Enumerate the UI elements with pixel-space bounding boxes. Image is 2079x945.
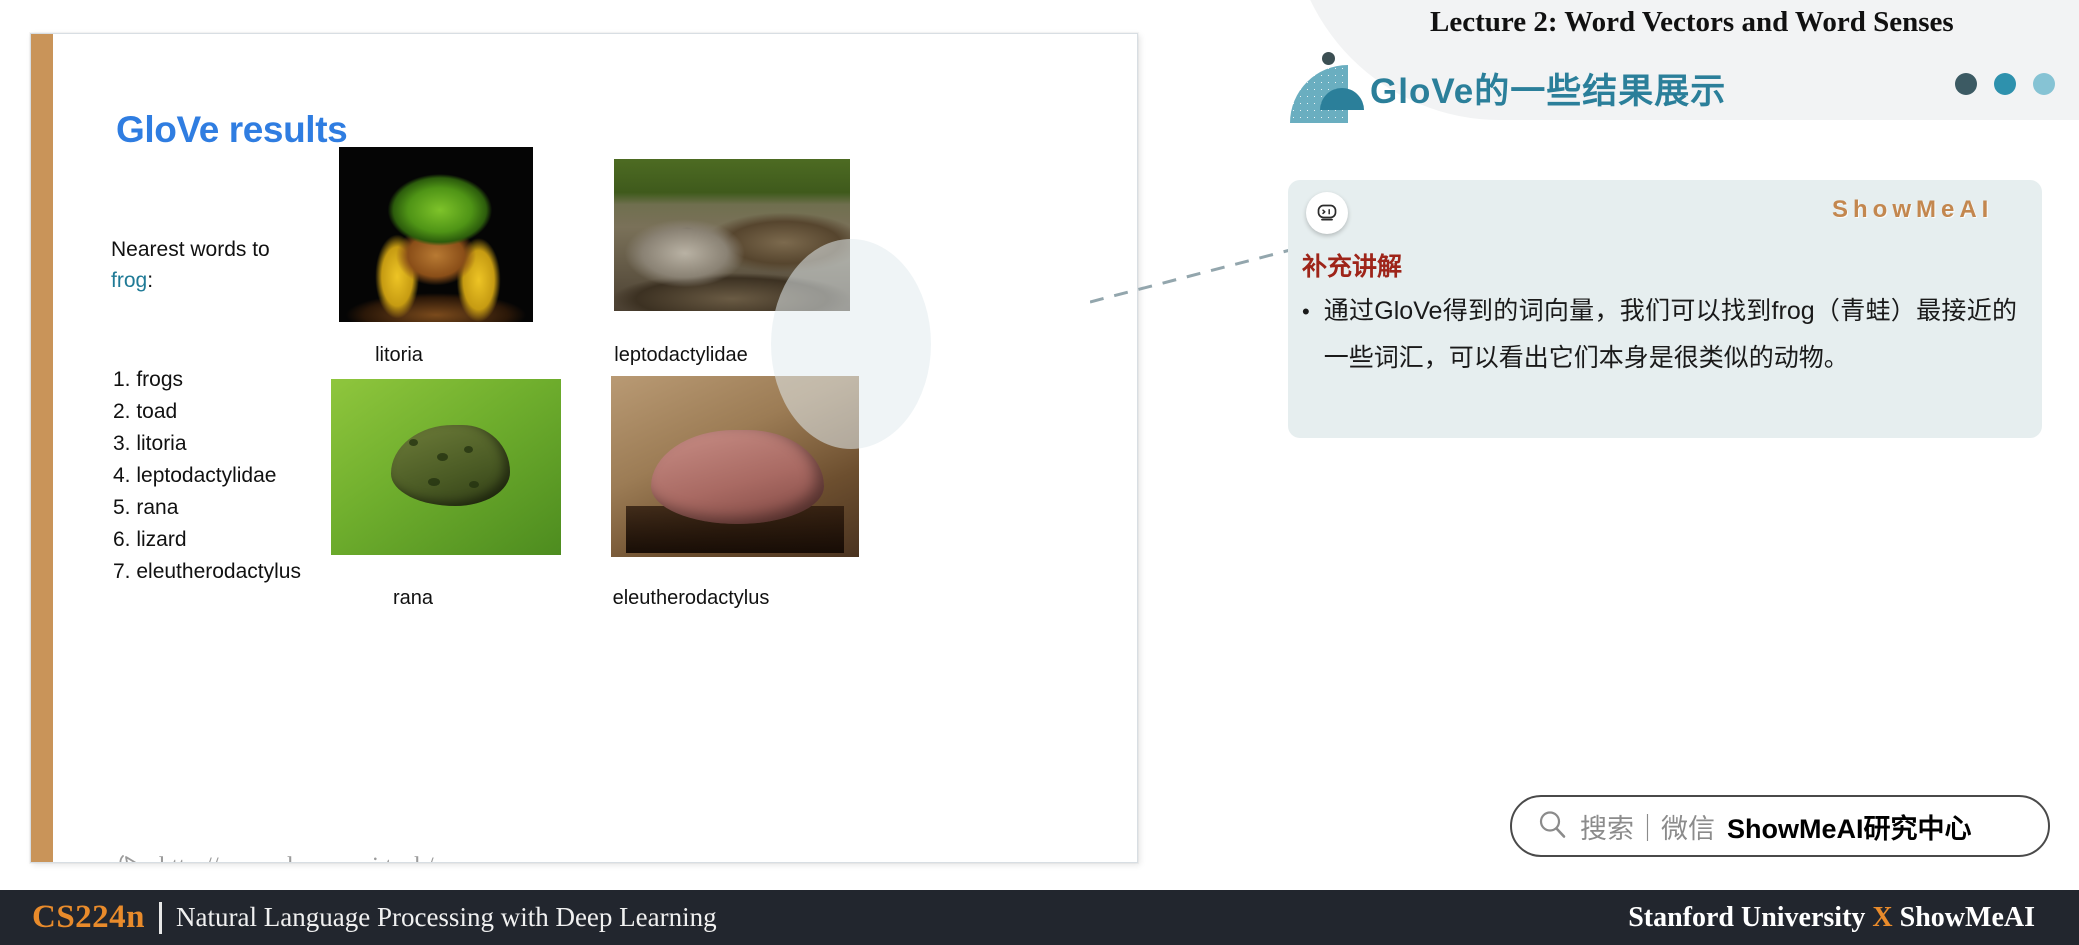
list-item: 3. litoria xyxy=(113,432,187,455)
connector-line xyxy=(1090,246,1299,304)
frog-photo-rana xyxy=(331,379,561,555)
robot-icon xyxy=(1306,192,1348,234)
frog-spot xyxy=(409,438,419,446)
query-word: frog xyxy=(111,269,148,292)
explanation-text: 通过GloVe得到的词向量，我们可以找到frog（青蛙）最接近的一些词汇，可以看… xyxy=(1323,297,2017,372)
decorative-dots-row xyxy=(1955,73,2055,95)
footer-divider xyxy=(159,901,163,934)
frog-shape xyxy=(650,430,825,525)
section-title-cn: GloVe的一些结果展示 xyxy=(1370,72,1727,111)
affiliation-stanford: Stanford University xyxy=(1628,901,1866,933)
footer-affiliation: Stanford University X ShowMeAI xyxy=(1628,902,2035,934)
search-pill[interactable]: 搜索｜微信 ShowMeAI研究中心 xyxy=(1510,795,2050,857)
photo-caption-litoria: litoria xyxy=(375,344,423,366)
list-item: 7. eleutherodactylus xyxy=(113,560,301,583)
photo-caption-rana: rana xyxy=(392,587,434,609)
cursor-arrow-icon xyxy=(117,852,147,862)
frog-photo-eleutherodactylus xyxy=(611,376,859,557)
photo-caption-eleutherodactylus: eleutherodactylus xyxy=(612,587,770,609)
frog-shape xyxy=(390,424,511,506)
list-item: 4. leptodactylidae xyxy=(113,464,277,487)
nearest-words-text: Nearest words to xyxy=(111,238,270,261)
slide-title: GloVe results xyxy=(116,109,348,150)
frog-photo-litoria xyxy=(339,147,533,322)
frog-spot xyxy=(436,452,448,461)
explanation-heading: 补充讲解 xyxy=(1302,253,1403,281)
slide-url-text: http://www.showmeai.tech/ xyxy=(159,853,434,862)
frog-spot xyxy=(427,477,440,486)
showmeai-watermark: ShowMeAI xyxy=(1832,196,1994,223)
query-colon: : xyxy=(147,269,154,292)
course-code: CS224n xyxy=(32,899,146,935)
list-item: 2. toad xyxy=(113,400,178,423)
search-brand: ShowMeAI研究中心 xyxy=(1727,813,1972,844)
affiliation-x: X xyxy=(1872,901,1893,933)
slide-url: http://www.showmeai.tech/ xyxy=(117,852,434,862)
photo-caption-leptodactylidae: leptodactylidae xyxy=(614,344,748,366)
search-placeholder: 搜索｜微信 xyxy=(1580,813,1715,844)
slide-accent-bar xyxy=(31,34,53,862)
decorative-dot xyxy=(1322,52,1335,65)
screen-canvas: GloVe results Nearest words to frog: 1. … xyxy=(0,0,2079,945)
teal-dot-icon xyxy=(1994,73,2016,95)
list-item: 5. rana xyxy=(113,496,179,519)
lecture-slide: GloVe results Nearest words to frog: 1. … xyxy=(30,33,1138,863)
list-item: 6. lizard xyxy=(113,528,187,551)
course-name: Natural Language Processing with Deep Le… xyxy=(176,902,717,932)
nearest-words-list: 1. frogs 2. toad 3. litoria 4. leptodact… xyxy=(113,364,301,588)
footer-bar: CS224n Natural Language Processing with … xyxy=(0,890,2079,945)
affiliation-showmeai: ShowMeAI xyxy=(1899,901,2035,933)
bullet-marker: • xyxy=(1302,299,1310,324)
lecture-title: Lecture 2: Word Vectors and Word Senses xyxy=(1430,6,1954,38)
light-teal-dot-icon xyxy=(2033,73,2055,95)
list-item: 1. frogs xyxy=(113,368,184,391)
dark-teal-dot-icon xyxy=(1955,73,1977,95)
frog-photo-leptodactylidae xyxy=(614,159,850,311)
search-icon xyxy=(1536,808,1568,845)
explanation-body: • 通过GloVe得到的词向量，我们可以找到frog（青蛙）最接近的一些词汇，可… xyxy=(1302,288,2017,382)
